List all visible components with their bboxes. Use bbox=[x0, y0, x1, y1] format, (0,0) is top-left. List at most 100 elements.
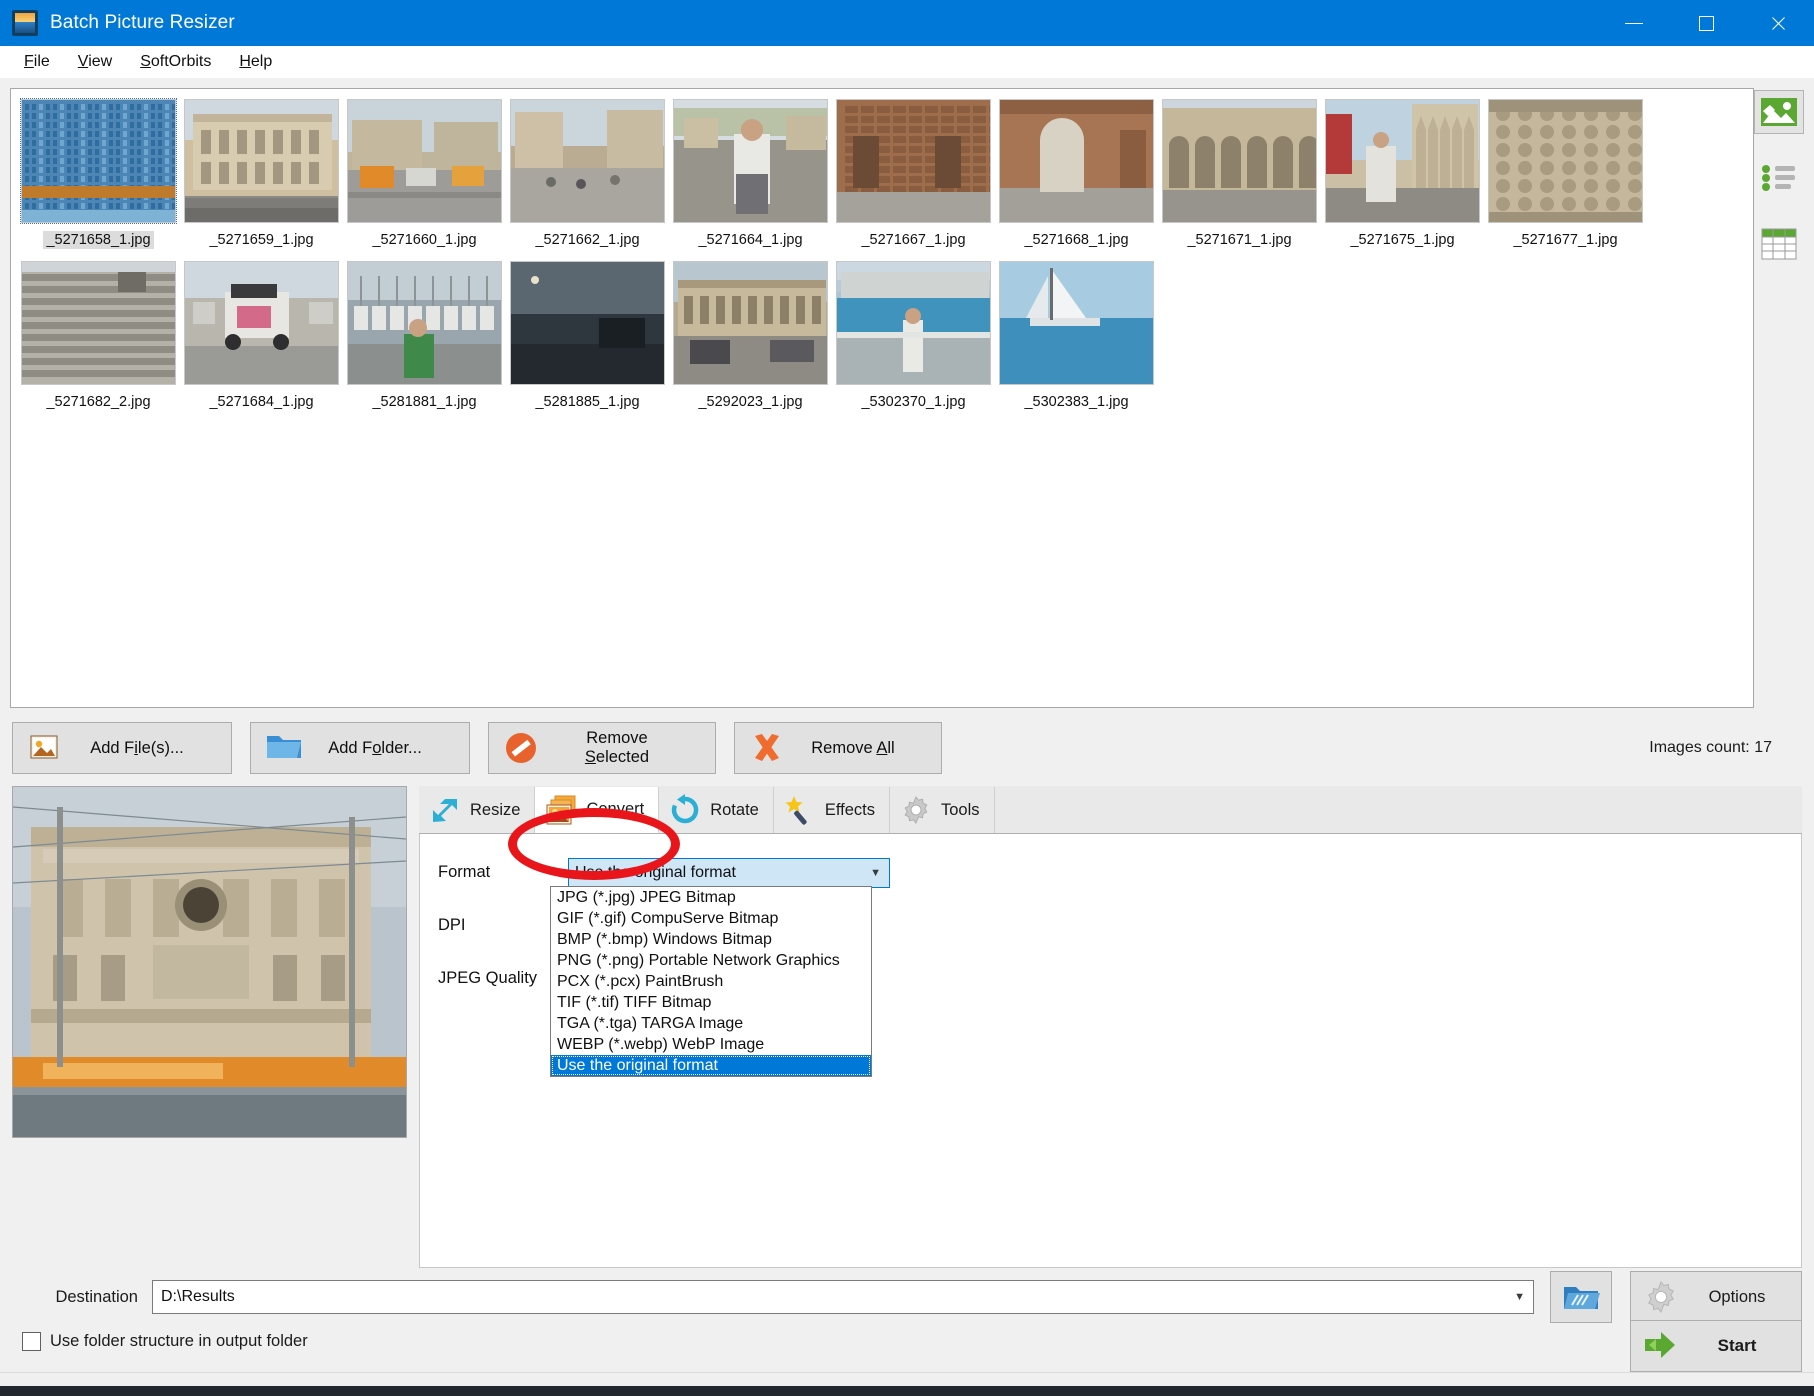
thumbnail-image[interactable] bbox=[999, 99, 1154, 223]
format-option[interactable]: Use the original format bbox=[551, 1055, 871, 1076]
thumbnail-item[interactable]: _5271667_1.jpg bbox=[832, 99, 995, 249]
view-mode-thumbnail-button[interactable] bbox=[1754, 90, 1804, 134]
add-files-label: Add File(s)... bbox=[81, 739, 217, 758]
thumbnail-image[interactable] bbox=[673, 99, 828, 223]
tab-rotate-label: Rotate bbox=[710, 801, 759, 820]
thumbnail-image[interactable] bbox=[510, 99, 665, 223]
tab-resize[interactable]: Resize bbox=[419, 787, 535, 833]
thumbnail-image[interactable] bbox=[347, 261, 502, 385]
thumbnail-item[interactable]: _5271671_1.jpg bbox=[1158, 99, 1321, 249]
menu-view[interactable]: View bbox=[64, 49, 126, 75]
thumbnail-image[interactable] bbox=[21, 99, 176, 223]
view-mode-details-button[interactable] bbox=[1754, 222, 1804, 266]
format-option[interactable]: PCX (*.pcx) PaintBrush bbox=[551, 971, 871, 992]
menu-help[interactable]: Help bbox=[225, 49, 286, 75]
thumbnail-item[interactable]: _5271662_1.jpg bbox=[506, 99, 669, 249]
tab-convert[interactable]: Convert bbox=[535, 787, 659, 833]
thumbnail-image[interactable] bbox=[1325, 99, 1480, 223]
chevron-down-icon: ▼ bbox=[870, 867, 881, 879]
remove-all-x-icon bbox=[749, 730, 785, 766]
close-button[interactable] bbox=[1742, 0, 1814, 46]
resize-arrows-icon bbox=[429, 794, 461, 826]
add-image-icon bbox=[27, 730, 63, 766]
thumbnail-image[interactable] bbox=[673, 261, 828, 385]
thumbnail-item[interactable]: _5271682_2.jpg bbox=[17, 261, 180, 411]
view-mode-list-button[interactable] bbox=[1754, 156, 1804, 200]
thumbnail-item[interactable]: _5271684_1.jpg bbox=[180, 261, 343, 411]
convert-images-icon bbox=[545, 794, 577, 826]
menu-file-rest: ile bbox=[34, 53, 50, 70]
format-dropdown-list[interactable]: JPG (*.jpg) JPEG BitmapGIF (*.gif) Compu… bbox=[550, 886, 872, 1077]
format-option[interactable]: WEBP (*.webp) WebP Image bbox=[551, 1034, 871, 1055]
thumbnail-image[interactable] bbox=[347, 99, 502, 223]
thumbnail-item[interactable]: _5292023_1.jpg bbox=[669, 261, 832, 411]
thumbnail-item[interactable]: _5302370_1.jpg bbox=[832, 261, 995, 411]
tab-effects[interactable]: Effects bbox=[774, 787, 890, 833]
menu-bar: File View SoftOrbits Help bbox=[0, 46, 1814, 78]
thumbnail-filename: _5271682_2.jpg bbox=[43, 393, 153, 411]
browse-folder-button[interactable] bbox=[1550, 1271, 1612, 1323]
open-folder-icon bbox=[1562, 1281, 1600, 1313]
thumbnail-filename: _5281881_1.jpg bbox=[369, 393, 479, 411]
minimize-button[interactable] bbox=[1598, 0, 1670, 46]
thumbnail-item[interactable]: _5281885_1.jpg bbox=[506, 261, 669, 411]
status-bar bbox=[0, 1372, 1814, 1386]
thumbnail-filename: _5302383_1.jpg bbox=[1021, 393, 1131, 411]
folder-icon bbox=[265, 730, 301, 766]
thumbnail-filename: _5271659_1.jpg bbox=[206, 231, 316, 249]
destination-input[interactable]: D:\Results ▼ bbox=[152, 1280, 1534, 1314]
thumbnail-filename: _5271684_1.jpg bbox=[206, 393, 316, 411]
thumbnail-item[interactable]: _5271675_1.jpg bbox=[1321, 99, 1484, 249]
thumbnail-panel[interactable]: _5271658_1.jpg _5271659_1.jpg _5271660_1.j… bbox=[10, 88, 1754, 708]
folder-structure-checkbox-row[interactable]: Use folder structure in output folder bbox=[12, 1320, 308, 1362]
thumbnail-filename: _5271677_1.jpg bbox=[1510, 231, 1620, 249]
rotate-icon bbox=[669, 794, 701, 826]
thumbnail-item[interactable]: _5271658_1.jpg bbox=[17, 99, 180, 249]
add-folder-label: Add Folder... bbox=[319, 739, 455, 758]
format-option[interactable]: GIF (*.gif) CompuServe Bitmap bbox=[551, 908, 871, 929]
thumbnail-image[interactable] bbox=[836, 261, 991, 385]
thumbnail-item[interactable]: _5271660_1.jpg bbox=[343, 99, 506, 249]
thumbnail-image[interactable] bbox=[1162, 99, 1317, 223]
thumbnail-item[interactable]: _5271659_1.jpg bbox=[180, 99, 343, 249]
preview-pane bbox=[12, 786, 407, 1138]
remove-selected-button[interactable]: Remove Selected bbox=[488, 722, 716, 774]
tab-tools[interactable]: Tools bbox=[890, 787, 995, 833]
format-combobox[interactable]: Use the original format ▼ bbox=[568, 858, 890, 888]
thumbnail-image[interactable] bbox=[184, 261, 339, 385]
gear-icon bbox=[1643, 1279, 1679, 1315]
maximize-button[interactable] bbox=[1670, 0, 1742, 46]
destination-row: Destination D:\Results ▼ bbox=[12, 1274, 1802, 1320]
thumbnail-item[interactable]: _5302383_1.jpg bbox=[995, 261, 1158, 411]
tab-resize-label: Resize bbox=[470, 801, 520, 820]
format-option[interactable]: BMP (*.bmp) Windows Bitmap bbox=[551, 929, 871, 950]
preview-image bbox=[13, 787, 406, 1137]
format-option[interactable]: TIF (*.tif) TIFF Bitmap bbox=[551, 992, 871, 1013]
menu-view-rest: iew bbox=[88, 53, 112, 70]
thumbnail-image[interactable] bbox=[21, 261, 176, 385]
format-option[interactable]: PNG (*.png) Portable Network Graphics bbox=[551, 950, 871, 971]
menu-file[interactable]: File bbox=[10, 49, 64, 75]
thumbnail-item[interactable]: _5271668_1.jpg bbox=[995, 99, 1158, 249]
start-button[interactable]: Start bbox=[1630, 1320, 1802, 1372]
thumbnail-item[interactable]: _5271664_1.jpg bbox=[669, 99, 832, 249]
thumbnail-image[interactable] bbox=[999, 261, 1154, 385]
add-folder-button[interactable]: Add Folder... bbox=[250, 722, 470, 774]
format-option[interactable]: TGA (*.tga) TARGA Image bbox=[551, 1013, 871, 1034]
thumbnail-image[interactable] bbox=[184, 99, 339, 223]
tab-rotate[interactable]: Rotate bbox=[659, 787, 774, 833]
options-button[interactable]: Options bbox=[1630, 1271, 1802, 1323]
thumbnail-item[interactable]: _5271677_1.jpg bbox=[1484, 99, 1647, 249]
folder-structure-checkbox[interactable] bbox=[22, 1332, 41, 1351]
tab-convert-label: Convert bbox=[586, 800, 644, 819]
thumbnail-image[interactable] bbox=[1488, 99, 1643, 223]
tab-effects-label: Effects bbox=[825, 801, 875, 820]
add-files-button[interactable]: Add File(s)... bbox=[12, 722, 232, 774]
thumbnail-image[interactable] bbox=[836, 99, 991, 223]
thumbnail-image[interactable] bbox=[510, 261, 665, 385]
menu-softorbits[interactable]: SoftOrbits bbox=[126, 49, 225, 75]
thumbnail-filename: _5271664_1.jpg bbox=[695, 231, 805, 249]
thumbnail-item[interactable]: _5281881_1.jpg bbox=[343, 261, 506, 411]
format-option[interactable]: JPG (*.jpg) JPEG Bitmap bbox=[551, 887, 871, 908]
remove-all-button[interactable]: Remove All bbox=[734, 722, 942, 774]
